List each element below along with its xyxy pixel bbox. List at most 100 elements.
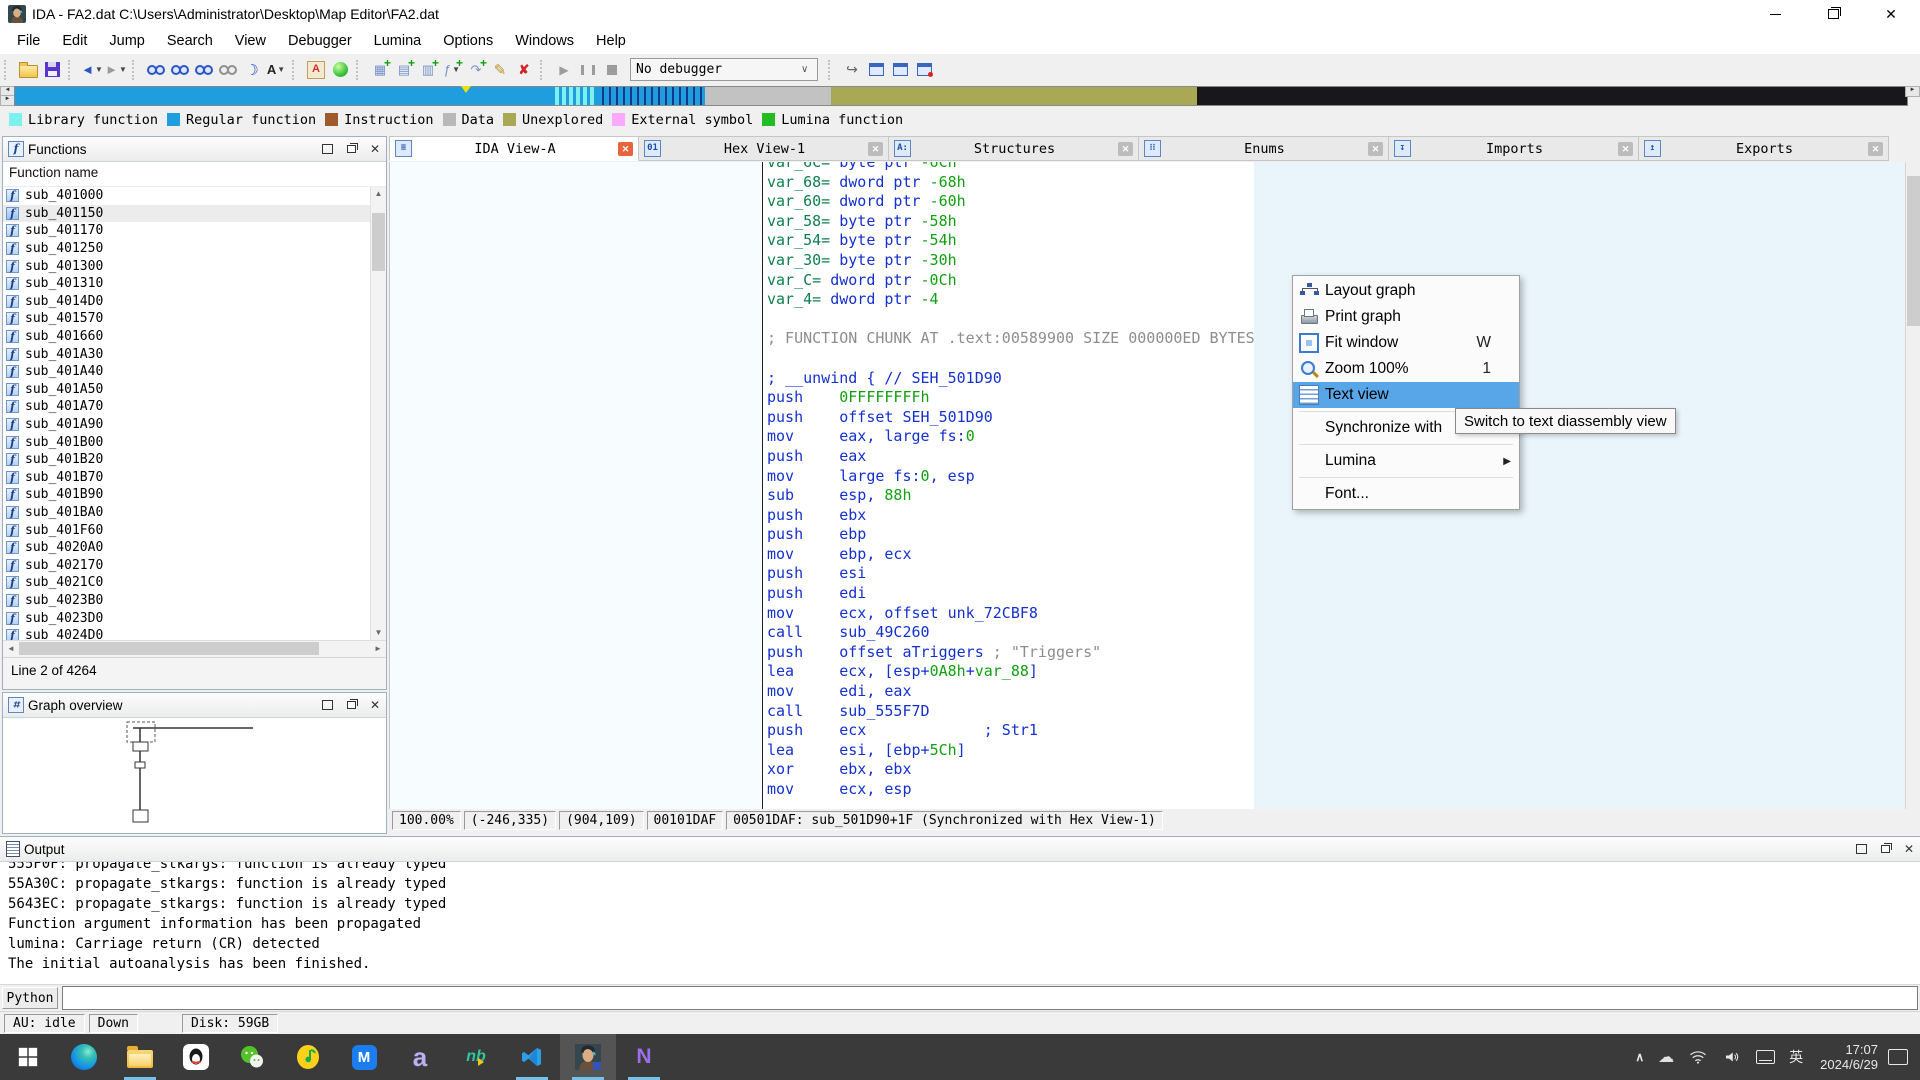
functions-panel-header[interactable]: f Functions ✕ (3, 137, 386, 162)
disassembly-line[interactable]: mov edi, eax (767, 682, 1255, 702)
function-list-item[interactable]: fsub_402170 (3, 556, 386, 574)
disassembly-line[interactable]: var_6C= byte ptr -6Ch (767, 162, 1255, 173)
menu-windows[interactable]: Windows (504, 29, 585, 53)
disassembly-line[interactable]: var_58= byte ptr -58h (767, 212, 1255, 232)
add-xref-icon[interactable]: ↷+ (465, 58, 487, 82)
edit-icon[interactable]: ✎ (489, 58, 511, 82)
function-list-item[interactable]: fsub_401300 (3, 257, 386, 275)
context-menu-item-fit-window[interactable]: Fit windowW (1293, 330, 1519, 356)
taskbar-qq-icon[interactable] (168, 1034, 224, 1080)
python-command-input[interactable] (62, 986, 1918, 1010)
disassembly-line[interactable] (767, 310, 1255, 330)
float-panel-icon[interactable] (1878, 842, 1892, 856)
cloud-icon[interactable]: ☁ (1658, 1047, 1674, 1067)
scrollbar-thumb[interactable] (1907, 176, 1920, 326)
watch-window-icon[interactable] (913, 58, 935, 82)
debugger-pause-icon[interactable] (577, 58, 599, 82)
context-menu-item-text-view[interactable]: Text view (1293, 382, 1519, 408)
disassembly-line[interactable]: push offset SEH_501D90 (767, 408, 1255, 428)
function-list-item[interactable]: fsub_4023B0 (3, 592, 386, 610)
float-panel-icon[interactable] (344, 142, 358, 156)
disassembly-line[interactable]: push eax (767, 447, 1255, 467)
disassembly-line[interactable]: push esi (767, 564, 1255, 584)
taskbar-clock[interactable]: 17:07 2024/6/29 (1820, 1042, 1878, 1072)
close-button[interactable]: ✕ (1862, 0, 1920, 28)
disassembly-line[interactable]: sub esp, 88h (767, 486, 1255, 506)
menu-jump[interactable]: Jump (98, 29, 155, 53)
tab-hex-view-1[interactable]: 01Hex View-1✕ (639, 136, 889, 161)
scroll-down-icon[interactable]: ▼ (371, 626, 386, 640)
output-panel-header[interactable]: Output ✕ (0, 837, 1920, 862)
functions-vertical-scrollbar[interactable]: ▲ ▼ (370, 187, 386, 640)
colors-icon[interactable]: A (305, 58, 327, 82)
close-tab-icon[interactable]: ✕ (618, 142, 633, 156)
delete-icon[interactable]: ✘ (513, 58, 535, 82)
maximize-panel-icon[interactable] (1854, 842, 1868, 856)
hidden-icons-chevron-icon[interactable]: ∧ (1635, 1050, 1644, 1064)
attach-process-icon[interactable]: ↪ (841, 58, 863, 82)
disassembly-line[interactable]: mov ecx, esp (767, 780, 1255, 800)
function-name-column-header[interactable]: Function name (3, 162, 386, 187)
disassembly-line[interactable]: mov ebp, ecx (767, 545, 1255, 565)
input-language-indicator[interactable]: 英 (1789, 1047, 1803, 1067)
tab-ida-view-a[interactable]: ≡IDA View-A✕ (389, 136, 639, 161)
function-list-item[interactable]: fsub_4023D0 (3, 609, 386, 627)
function-list-item[interactable]: fsub_401A30 (3, 345, 386, 363)
add-enum-icon[interactable]: ▤+ (393, 58, 415, 82)
close-tab-icon[interactable]: ✕ (1118, 142, 1133, 156)
function-list-item[interactable]: fsub_401A40 (3, 363, 386, 381)
disassembly-line[interactable]: mov ecx, offset unk_72CBF8 (767, 604, 1255, 624)
close-panel-icon[interactable]: ✕ (1902, 842, 1916, 856)
disassembly-line[interactable]: var_68= dword ptr -68h (767, 173, 1255, 193)
python-prompt-button[interactable]: Python (2, 987, 58, 1009)
output-log[interactable]: 555F0F: propagate_stkargs: function is a… (0, 862, 1920, 985)
maximize-panel-icon[interactable] (320, 698, 334, 712)
disassembly-line[interactable]: call sub_49C260 (767, 623, 1255, 643)
close-tab-icon[interactable]: ✕ (1868, 142, 1883, 156)
context-menu-item-font-[interactable]: Font... (1293, 481, 1519, 507)
disassembly-line[interactable]: var_C= dword ptr -0Ch (767, 271, 1255, 291)
function-list-item[interactable]: fsub_401A70 (3, 398, 386, 416)
navband-end-icon[interactable]: ► (1905, 86, 1920, 97)
function-list-item[interactable]: fsub_401B70 (3, 469, 386, 487)
breakpoint-list-icon[interactable] (889, 58, 911, 82)
disassembly-line[interactable]: var_54= byte ptr -54h (767, 231, 1255, 251)
close-tab-icon[interactable]: ✕ (868, 142, 883, 156)
debugger-window-icon[interactable] (865, 58, 887, 82)
taskbar-vscode-icon[interactable] (504, 1034, 560, 1080)
menu-debugger[interactable]: Debugger (277, 29, 363, 53)
graph-overview-header[interactable]: ⌗ Graph overview ✕ (3, 693, 386, 718)
scrollbar-thumb[interactable] (19, 642, 319, 655)
tab-enums[interactable]: ⁝⁝Enums✕ (1139, 136, 1389, 161)
maximize-panel-icon[interactable] (320, 142, 334, 156)
function-list-item[interactable]: fsub_401B90 (3, 486, 386, 504)
disassembly-line[interactable]: push ebp (767, 525, 1255, 545)
function-list-item[interactable]: fsub_401000 (3, 187, 386, 205)
function-list-item[interactable]: fsub_401250 (3, 240, 386, 258)
function-list-item[interactable]: fsub_4014D0 (3, 293, 386, 311)
disassembly-line[interactable]: mov eax, large fs:0 (767, 427, 1255, 447)
close-tab-icon[interactable]: ✕ (1618, 142, 1633, 156)
action-center-icon[interactable] (1888, 1049, 1908, 1065)
taskbar-nb-app-icon[interactable]: nb (448, 1034, 504, 1080)
disassembly-line[interactable]: ; __unwind { // SEH_501D90 (767, 369, 1255, 389)
disassembly-line[interactable]: var_30= byte ptr -30h (767, 251, 1255, 271)
menu-help[interactable]: Help (585, 29, 637, 53)
menu-options[interactable]: Options (432, 29, 504, 53)
function-list-item[interactable]: fsub_4021C0 (3, 574, 386, 592)
menu-view[interactable]: View (224, 29, 277, 53)
debugger-select[interactable]: No debugger ∨ (630, 58, 818, 81)
menu-lumina[interactable]: Lumina (363, 29, 433, 53)
menu-file[interactable]: File (6, 29, 51, 53)
context-menu-item-layout-graph[interactable]: Layout graph (1293, 278, 1519, 304)
close-tab-icon[interactable]: ✕ (1368, 142, 1383, 156)
restore-button[interactable] (1804, 0, 1862, 28)
navigate-back-icon[interactable]: ◄▼ (81, 58, 103, 82)
function-list-item[interactable]: fsub_401170 (3, 222, 386, 240)
function-list-item[interactable]: fsub_401660 (3, 328, 386, 346)
disassembly-line[interactable]: push ecx ; Str1 (767, 721, 1255, 741)
disassembly-line[interactable]: push ebx (767, 506, 1255, 526)
function-list-item[interactable]: fsub_401A50 (3, 381, 386, 399)
menu-edit[interactable]: Edit (51, 29, 98, 53)
function-list-item[interactable]: fsub_401F60 (3, 521, 386, 539)
